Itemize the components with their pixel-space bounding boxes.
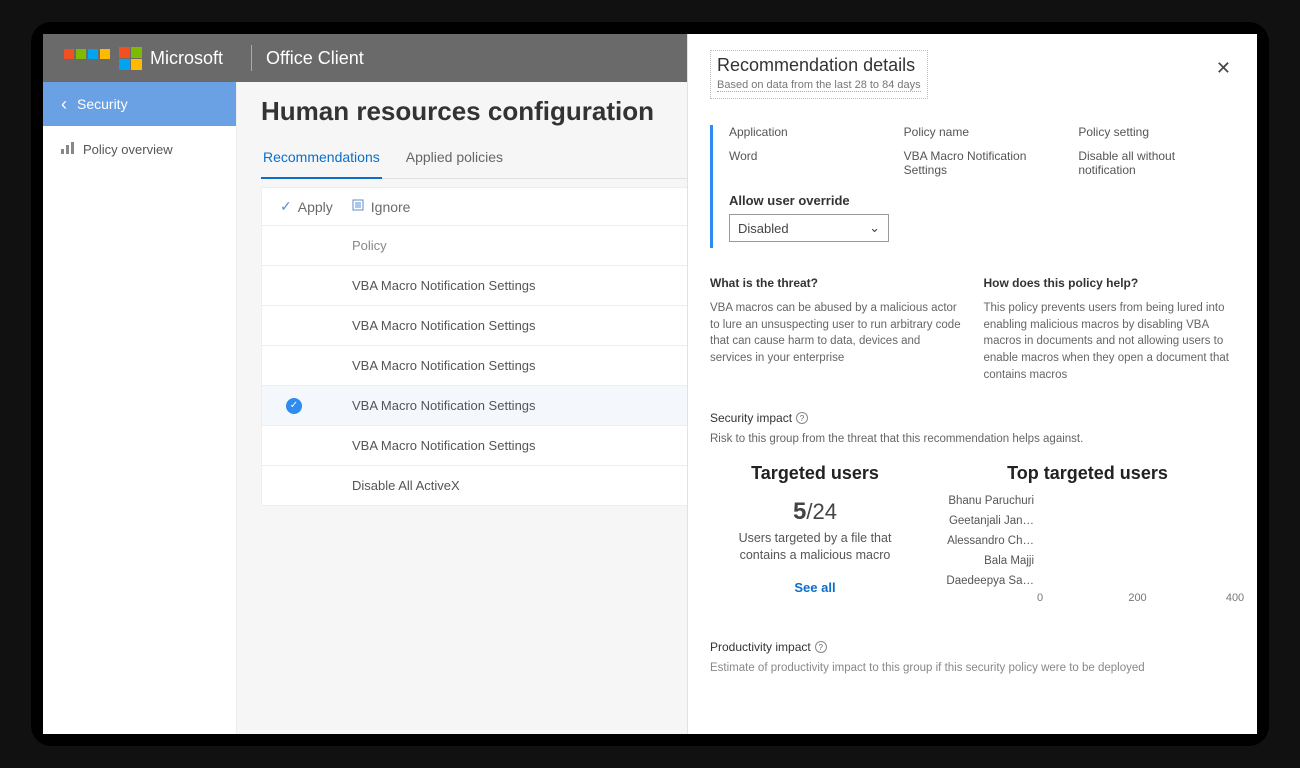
see-all-link[interactable]: See all bbox=[794, 580, 835, 595]
panel-title: Recommendation details bbox=[717, 55, 921, 76]
override-select[interactable]: Disabled ⌄ bbox=[729, 214, 889, 242]
axis-tick: 400 bbox=[1226, 592, 1244, 604]
brand-name: Microsoft bbox=[150, 48, 223, 69]
policy-cell: VBA Macro Notification Settings bbox=[352, 318, 536, 333]
policy-cell: Disable All ActiveX bbox=[352, 478, 460, 493]
targeted-total: /24 bbox=[806, 499, 837, 524]
threat-answer: VBA macros can be abused by a malicious … bbox=[710, 300, 962, 367]
policy-cell: VBA Macro Notification Settings bbox=[352, 278, 536, 293]
targeted-title: Targeted users bbox=[710, 463, 920, 484]
bar-chart-icon bbox=[61, 142, 75, 157]
targeted-count-number: 5 bbox=[793, 498, 806, 525]
threat-column: What is the threat? VBA macros can be ab… bbox=[710, 276, 962, 383]
recommendation-details-panel: Recommendation details Based on data fro… bbox=[687, 34, 1257, 734]
label-policy-setting: Policy setting bbox=[1078, 125, 1235, 139]
apply-label: Apply bbox=[298, 199, 333, 215]
list-icon bbox=[351, 198, 365, 215]
bar-row: Bala Majji bbox=[940, 552, 1235, 570]
bar-label: Alessandro Ch… bbox=[940, 535, 1040, 547]
close-button[interactable]: ✕ bbox=[1216, 58, 1231, 79]
productivity-impact-heading: Productivity impact ? bbox=[710, 640, 1235, 654]
targeted-users-metric: Targeted users 5/24 Users targeted by a … bbox=[710, 463, 920, 610]
bar-chart: Bhanu Paruchuri Geetanjali Jan… Alessandro… bbox=[940, 492, 1235, 590]
sidebar-item-policy-overview[interactable]: Policy overview bbox=[43, 126, 236, 173]
axis-tick: 0 bbox=[1037, 592, 1043, 604]
policy-cell: VBA Macro Notification Settings bbox=[352, 438, 536, 453]
policy-cell: VBA Macro Notification Settings bbox=[352, 358, 536, 373]
ignore-button[interactable]: Ignore bbox=[351, 198, 411, 215]
threat-question: What is the threat? bbox=[710, 276, 962, 290]
back-label: Security bbox=[77, 96, 128, 112]
chevron-left-icon bbox=[61, 95, 67, 113]
productivity-impact-desc: Estimate of productivity impact to this … bbox=[710, 662, 1235, 674]
override-value: Disabled bbox=[738, 221, 789, 236]
value-policy-name: VBA Macro Notification Settings bbox=[904, 149, 1061, 177]
metrics-row: Targeted users 5/24 Users targeted by a … bbox=[710, 463, 1235, 610]
sidebar-item-label: Policy overview bbox=[83, 142, 173, 157]
chevron-down-icon: ⌄ bbox=[869, 220, 880, 236]
bar-label: Daedeepya Sa… bbox=[940, 575, 1040, 587]
back-security[interactable]: Security bbox=[43, 82, 236, 126]
targeted-count: 5/24 bbox=[710, 498, 920, 526]
divider bbox=[251, 45, 252, 71]
label-application: Application bbox=[729, 125, 886, 139]
axis-tick: 200 bbox=[1128, 592, 1146, 604]
value-policy-setting: Disable all without notification bbox=[1078, 149, 1235, 177]
bar-row: Bhanu Paruchuri bbox=[940, 492, 1235, 510]
column-policy: Policy bbox=[352, 238, 387, 253]
security-impact-desc: Risk to this group from the threat that … bbox=[710, 433, 1235, 445]
bar-label: Bala Majji bbox=[940, 555, 1040, 567]
override-label: Allow user override bbox=[729, 193, 1235, 208]
tab-recommendations[interactable]: Recommendations bbox=[261, 139, 382, 179]
top-targeted-chart: Top targeted users Bhanu Paruchuri Geetan… bbox=[940, 463, 1235, 610]
policy-cell: VBA Macro Notification Settings bbox=[352, 398, 536, 413]
value-application: Word bbox=[729, 149, 886, 177]
help-column: How does this policy help? This policy p… bbox=[984, 276, 1236, 383]
ignore-label: Ignore bbox=[371, 199, 411, 215]
top-targeted-title: Top targeted users bbox=[940, 463, 1235, 484]
bar-label: Geetanjali Jan… bbox=[940, 515, 1040, 527]
security-impact-heading: Security impact ? bbox=[710, 411, 1235, 425]
help-answer: This policy prevents users from being lu… bbox=[984, 300, 1236, 383]
device-frame: Microsoft Office Client Security Policy … bbox=[31, 22, 1269, 746]
panel-subtitle: Based on data from the last 28 to 84 day… bbox=[717, 79, 921, 92]
microsoft-logo-icon bbox=[63, 48, 111, 69]
chart-axis: 0200400 bbox=[1040, 592, 1235, 610]
security-impact-label: Security impact bbox=[710, 411, 792, 425]
targeted-desc: Users targeted by a file that contains a… bbox=[710, 530, 920, 564]
bar-row: Daedeepya Sa… bbox=[940, 572, 1235, 590]
close-icon: ✕ bbox=[1216, 58, 1231, 78]
bar-label: Bhanu Paruchuri bbox=[940, 495, 1040, 507]
tab-applied-policies[interactable]: Applied policies bbox=[404, 139, 505, 178]
check-icon: ✓ bbox=[280, 198, 292, 215]
summary-block: Application Policy name Policy setting W… bbox=[710, 125, 1235, 248]
help-question: How does this policy help? bbox=[984, 276, 1236, 290]
checkmark-icon: ✓ bbox=[286, 398, 302, 414]
sidebar: Security Policy overview bbox=[43, 82, 237, 734]
info-icon[interactable]: ? bbox=[796, 412, 808, 424]
microsoft-logo-icon bbox=[119, 47, 142, 70]
info-row: What is the threat? VBA macros can be ab… bbox=[710, 276, 1235, 383]
apply-button[interactable]: ✓ Apply bbox=[280, 198, 333, 215]
info-icon[interactable]: ? bbox=[815, 641, 827, 653]
productivity-impact-label: Productivity impact bbox=[710, 640, 811, 654]
screen: Microsoft Office Client Security Policy … bbox=[43, 34, 1257, 734]
bar-row: Alessandro Ch… bbox=[940, 532, 1235, 550]
bar-row: Geetanjali Jan… bbox=[940, 512, 1235, 530]
product-name: Office Client bbox=[266, 48, 364, 69]
panel-header: Recommendation details Based on data fro… bbox=[710, 50, 928, 99]
label-policy-name: Policy name bbox=[904, 125, 1061, 139]
